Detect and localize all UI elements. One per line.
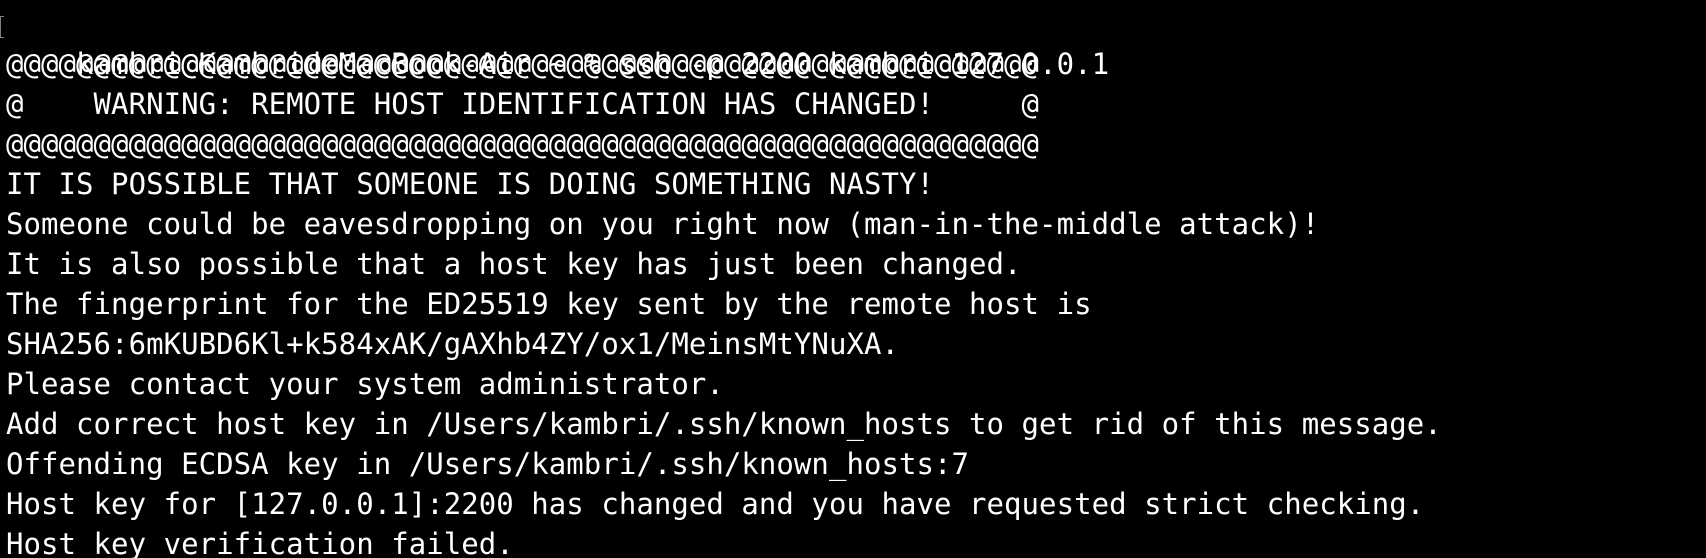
output-line: Host key for [127.0.0.1]:2200 has change…: [6, 487, 1425, 521]
output-line: It is also possible that a host key has …: [6, 247, 1022, 281]
command-text: kambri@KambrideMacBook-Air ~ % ssh -p 22…: [76, 47, 1110, 81]
output-line: Someone could be eavesdropping on you ri…: [6, 207, 1320, 241]
line-marker-icon: [0, 16, 4, 38]
warning-title: @ WARNING: REMOTE HOST IDENTIFICATION HA…: [6, 87, 1040, 121]
output-line: IT IS POSSIBLE THAT SOMEONE IS DOING SOM…: [6, 167, 935, 201]
output-line: Please contact your system administrator…: [6, 367, 724, 401]
output-line: Host key verification failed.: [6, 527, 514, 558]
output-line: Add correct host key in /Users/kambri/.s…: [6, 407, 1442, 441]
terminal-window[interactable]: kambri@KambrideMacBook-Air ~ % ssh -p 22…: [0, 0, 1706, 558]
output-line: Offending ECDSA key in /Users/kambri/.ss…: [6, 447, 970, 481]
fingerprint-line: SHA256:6mKUBD6Kl+k584xAK/gAXhb4ZY/ox1/Me…: [6, 327, 899, 361]
warning-border-bottom: @@@@@@@@@@@@@@@@@@@@@@@@@@@@@@@@@@@@@@@@…: [6, 127, 1040, 161]
command-prompt-line: kambri@KambrideMacBook-Air ~ % ssh -p 22…: [0, 4, 1706, 81]
output-line: The fingerprint for the ED25519 key sent…: [6, 287, 1092, 321]
